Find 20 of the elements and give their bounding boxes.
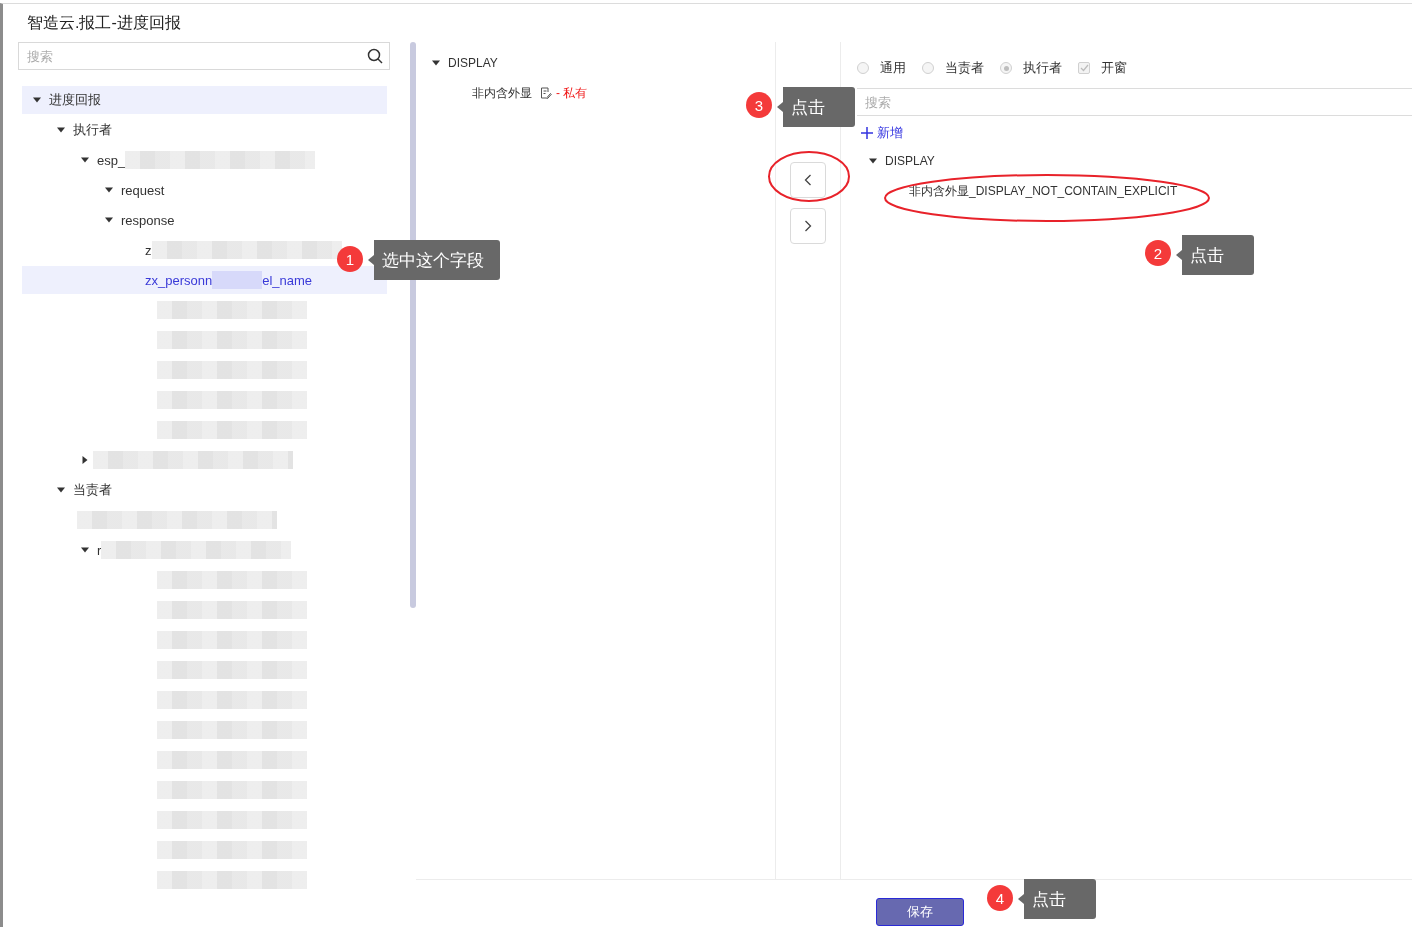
tree-item-label: 当责者: [73, 481, 112, 499]
tree-item-label: esp_: [97, 152, 126, 168]
tree-item-label: z: [145, 242, 152, 258]
tree-item-label: el_name: [262, 272, 313, 288]
tree-item-label: r: [97, 542, 102, 558]
step-number-tooltip: 2: [1145, 240, 1171, 266]
callout-tooltip: 选中这个字段: [368, 240, 500, 280]
step-number-tooltip: 3: [746, 92, 772, 118]
tree-item-label: zx_personn: [145, 272, 213, 288]
private-tag: - 私有: [556, 84, 588, 102]
callout-tooltip: 点击: [777, 87, 855, 127]
step-number-tooltip: 4: [987, 885, 1013, 911]
tree-item-label: 执行者: [73, 121, 112, 139]
tree-item-label: request: [121, 182, 165, 198]
step-number-tooltip: 1: [337, 246, 363, 272]
tree-item-label: 进度回报: [49, 91, 101, 109]
callout-tooltip: 点击: [1018, 879, 1096, 919]
tree-item-label: response: [121, 212, 175, 228]
window-title: 智造云.报工-进度回报: [26, 13, 182, 33]
callout-tooltip: 点击: [1176, 235, 1254, 275]
